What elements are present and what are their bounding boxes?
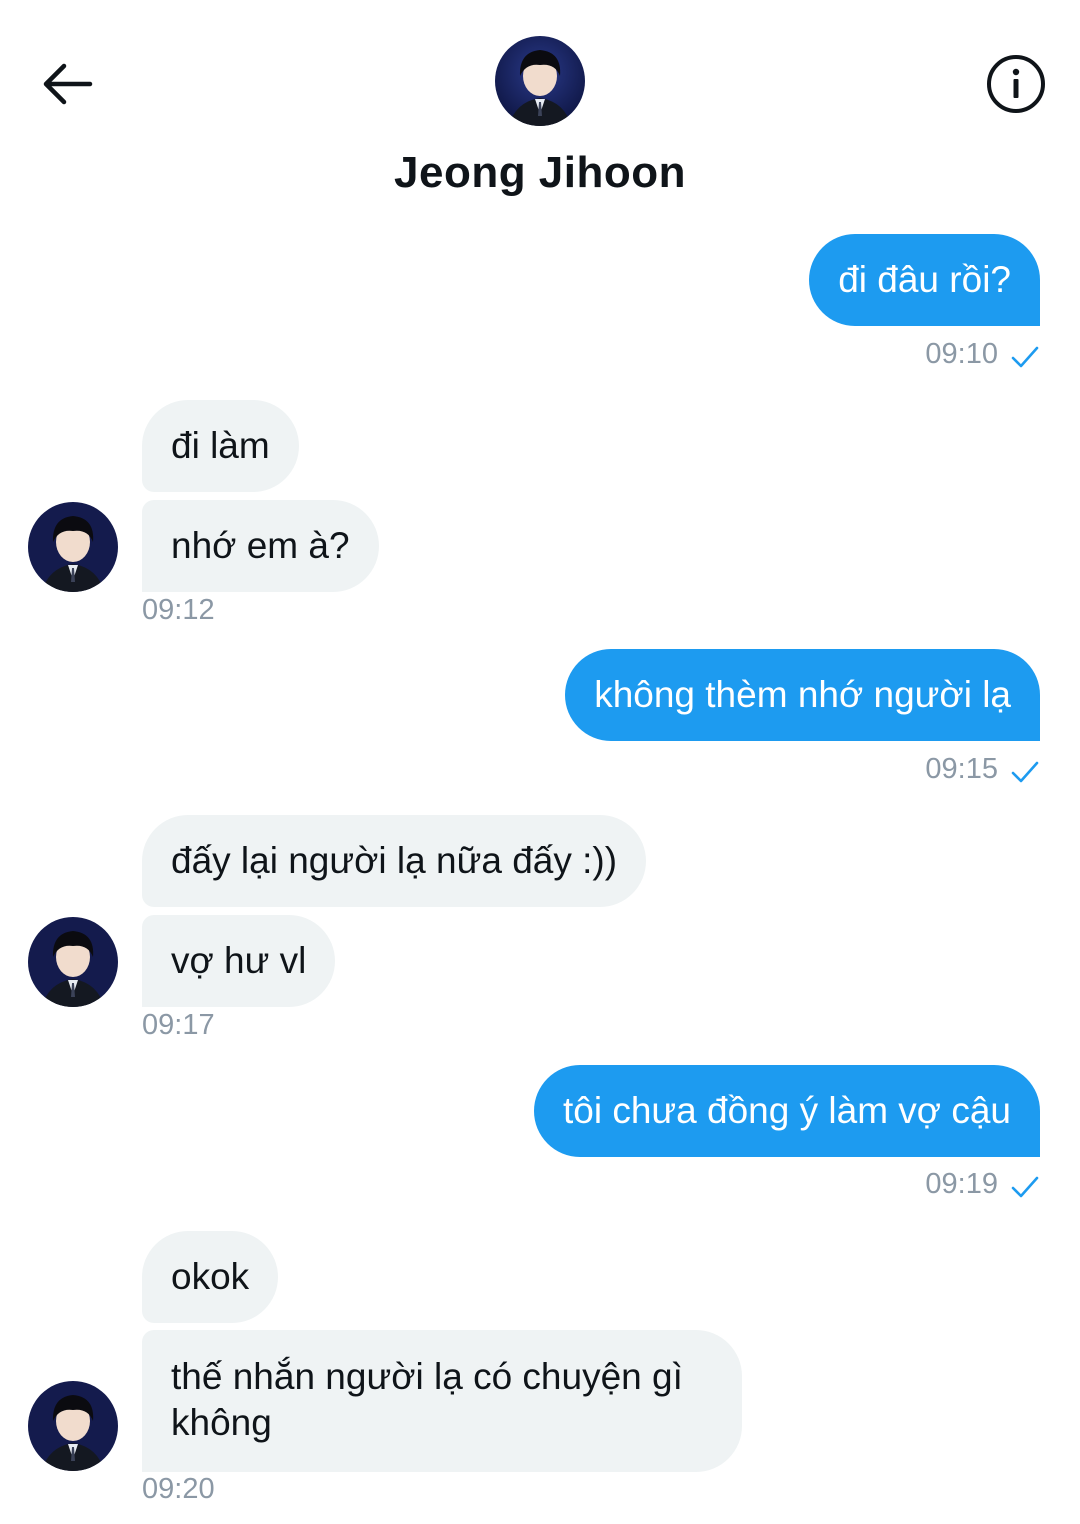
message-timestamp: 09:19 xyxy=(925,1168,998,1200)
message-timestamp: 09:15 xyxy=(925,753,998,785)
message-timestamp: 09:17 xyxy=(142,1009,215,1041)
message-bubble-incoming[interactable]: okok xyxy=(142,1231,279,1323)
message-bubble-incoming[interactable]: nhớ em à? xyxy=(142,500,379,592)
message-timestamp: 09:12 xyxy=(142,594,215,626)
sender-avatar[interactable] xyxy=(28,502,118,592)
contact-avatar[interactable] xyxy=(495,36,585,126)
message-bubble-incoming[interactable]: vợ hư vl xyxy=(142,915,336,1007)
message-bubble-incoming[interactable]: thế nhắn người lạ có chuyện gì không xyxy=(142,1330,742,1472)
check-icon xyxy=(1011,1176,1039,1198)
message-bubble-outgoing[interactable]: tôi chưa đồng ý làm vợ cậu xyxy=(533,1065,1040,1157)
arrow-left-icon xyxy=(43,63,93,105)
back-button[interactable] xyxy=(34,52,98,116)
message-timestamp: 09:10 xyxy=(925,338,998,370)
sender-avatar[interactable] xyxy=(28,917,118,1007)
check-icon xyxy=(1011,346,1039,368)
sender-avatar[interactable] xyxy=(28,1381,118,1471)
message-bubble-outgoing[interactable]: không thèm nhớ người lạ xyxy=(565,649,1040,741)
message-timestamp: 09:20 xyxy=(142,1473,215,1505)
info-icon xyxy=(987,55,1045,113)
info-button[interactable] xyxy=(986,54,1046,114)
contact-name: Jeong Jihoon xyxy=(394,148,686,197)
message-bubble-outgoing[interactable]: đi đâu rồi? xyxy=(809,234,1040,326)
message-bubble-incoming[interactable]: đấy lại người lạ nữa đấy :)) xyxy=(142,815,647,907)
check-icon xyxy=(1011,761,1039,783)
message-bubble-incoming[interactable]: đi làm xyxy=(142,400,299,492)
